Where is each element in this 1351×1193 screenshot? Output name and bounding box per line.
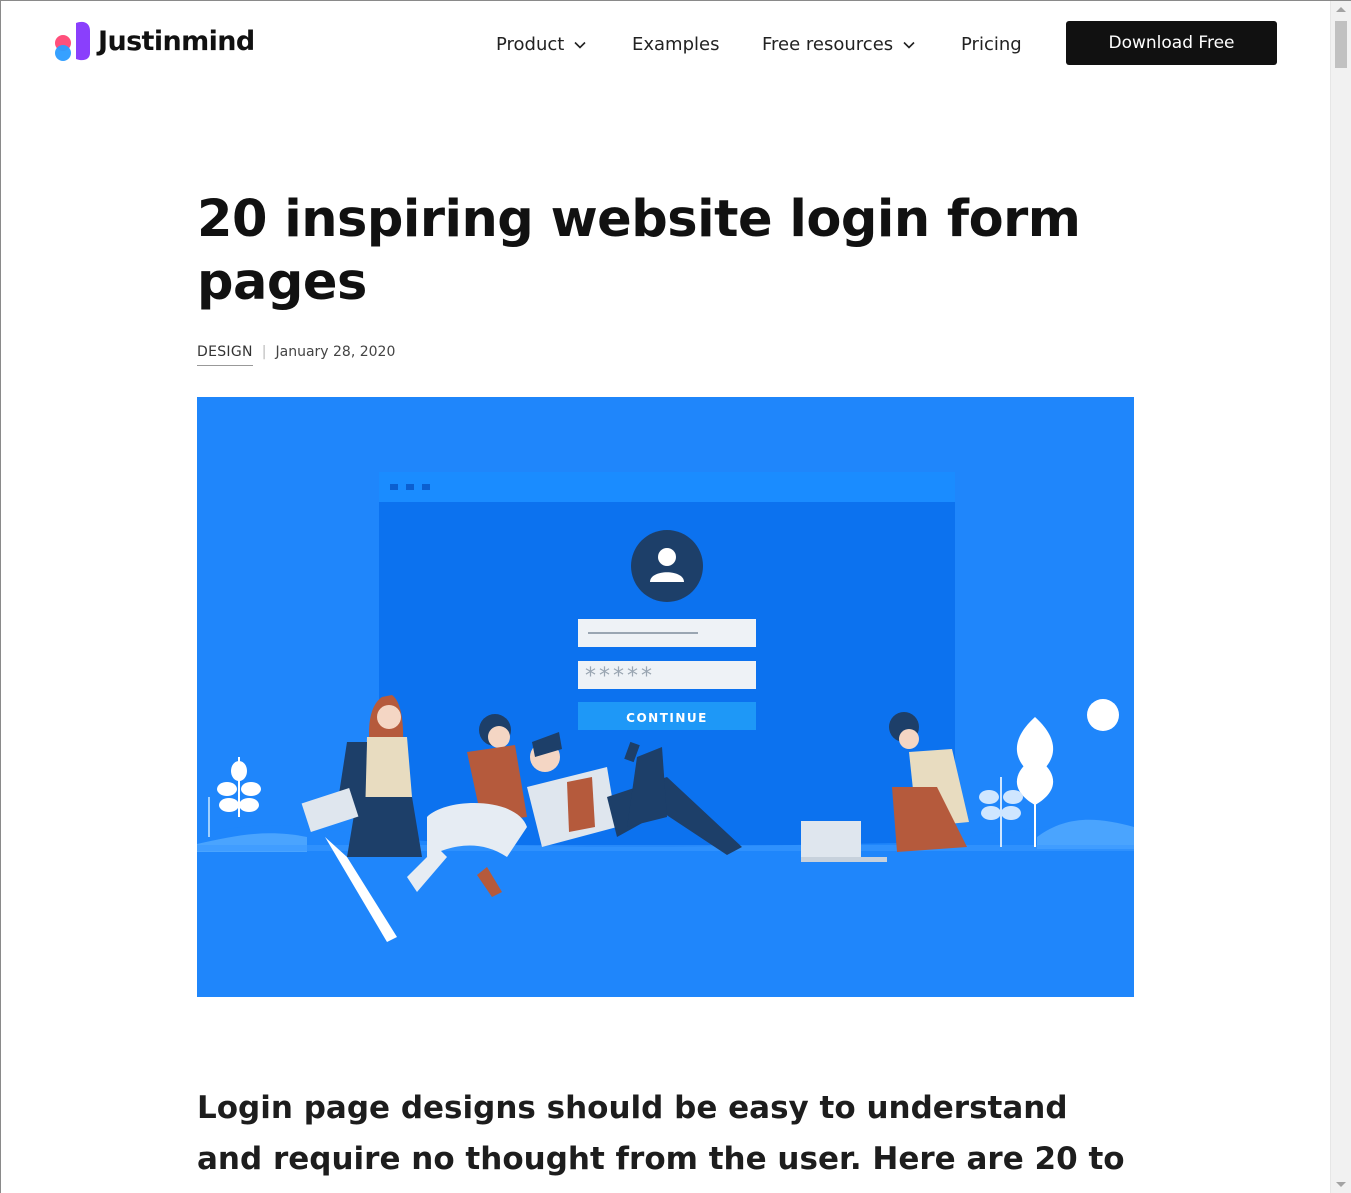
hero-illustration: ***** CONTINUE [197,397,1134,997]
nav-item-label: Examples [632,34,720,55]
chevron-down-icon [574,41,586,49]
nav-item-examples[interactable]: Examples [632,34,719,55]
site-header: Justinmind Product Examples Free resourc… [0,0,1330,92]
scroll-down-arrow-icon[interactable] [1336,1182,1346,1187]
nav-item-pricing[interactable]: Pricing [961,34,1022,55]
brand-name: Justinmind [98,25,255,57]
download-free-button[interactable]: Download Free [1066,21,1277,65]
category-link[interactable]: DESIGN [197,344,253,366]
justinmind-logo-icon [55,21,90,61]
scrollbar-thumb[interactable] [1335,21,1347,68]
nav-item-free-resources[interactable]: Free resources [762,34,916,55]
publish-date: January 28, 2020 [275,344,396,360]
brand-logo[interactable]: Justinmind [54,19,255,63]
meta-divider: | [261,344,267,360]
laptop-shape [801,821,861,859]
password-mask: ***** [585,664,655,689]
chevron-down-icon [903,41,915,49]
window-border-left [0,0,1,1193]
vertical-scrollbar[interactable] [1330,1,1351,1193]
nav-item-label: Free resources [762,34,894,55]
article-meta: DESIGN | January 28, 2020 [197,344,395,370]
scroll-up-arrow-icon[interactable] [1336,7,1346,12]
nav-item-label: Pricing [961,34,1022,55]
browser-titlebar [379,472,955,502]
moon-shape [1087,699,1119,731]
continue-label: CONTINUE [626,711,708,725]
nav-item-label: Product [496,34,565,55]
nav-item-product[interactable]: Product [496,34,587,55]
page-title: 20 inspiring website login form pages [197,190,1081,312]
article-lead-paragraph: Login page designs should be easy to und… [197,1090,1125,1177]
user-icon [631,530,703,602]
